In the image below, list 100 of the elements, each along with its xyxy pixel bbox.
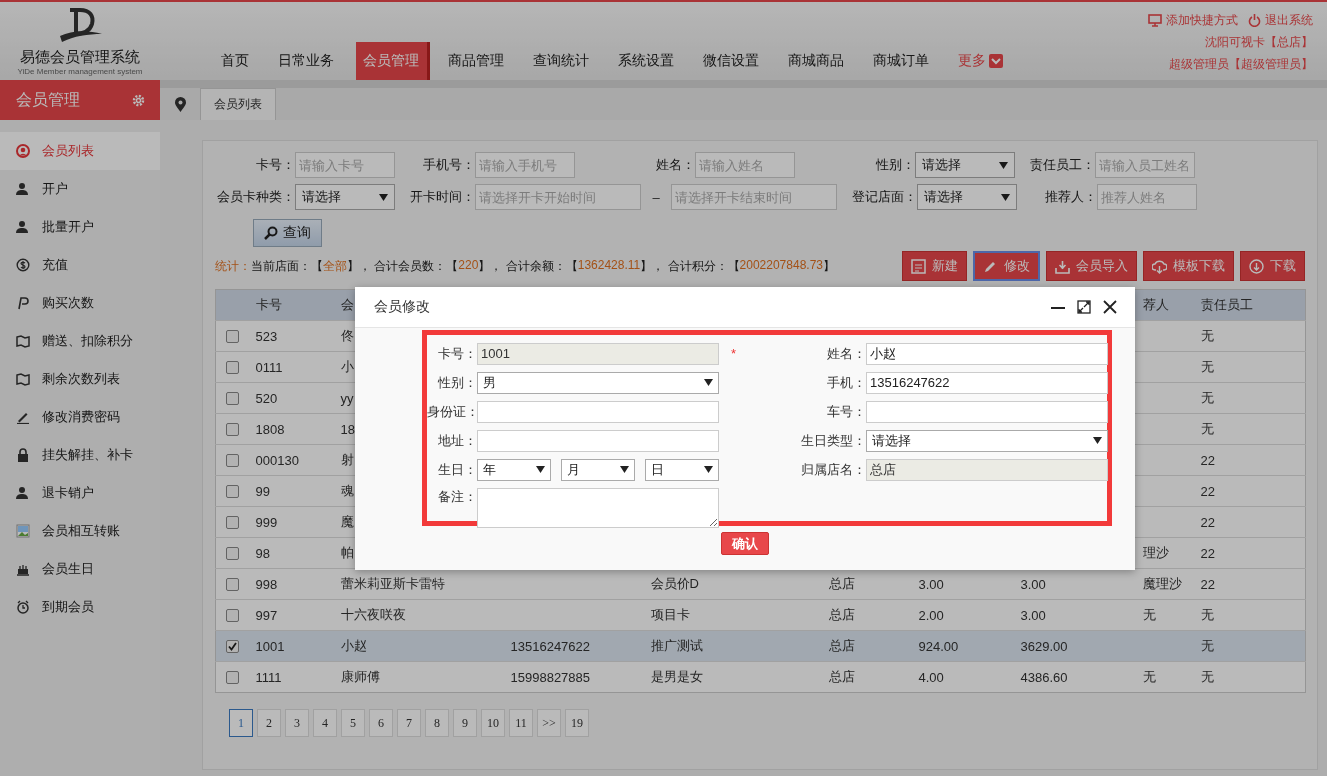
page-link[interactable]: 10 (481, 709, 505, 737)
nav-tab[interactable]: 商城订单 (866, 42, 937, 80)
sidebar-item[interactable]: 到期会员 (0, 588, 160, 626)
field-label: 车号： (826, 402, 866, 421)
maximize-icon[interactable] (1077, 300, 1091, 314)
page-link[interactable]: 2 (257, 709, 281, 737)
select-field[interactable]: 男 (477, 371, 719, 394)
sidebar-item[interactable]: 购买次数 (0, 284, 160, 322)
row-checkbox[interactable] (226, 608, 239, 622)
row-checkbox[interactable] (226, 360, 239, 374)
page-link[interactable]: 7 (397, 709, 421, 737)
sidebar-item[interactable]: 会员列表 (0, 132, 160, 170)
nav-tab[interactable]: 商品管理 (441, 42, 512, 80)
nav-tab[interactable]: 系统设置 (611, 42, 682, 80)
page-link[interactable]: 9 (453, 709, 477, 737)
settings-icon[interactable] (131, 92, 146, 108)
confirm-button[interactable]: 确认 (721, 532, 769, 555)
alarm-clock-icon (16, 600, 30, 614)
row-checkbox[interactable] (226, 670, 239, 684)
sidebar-item[interactable]: 开户 (0, 170, 160, 208)
select-field[interactable]: 年 (477, 458, 551, 481)
select-field[interactable]: 日 (645, 458, 719, 481)
sidebar-item[interactable]: 赠送、扣除积分 (0, 322, 160, 360)
input-field[interactable]: 请选择开卡结束时间 (671, 184, 837, 210)
page-link[interactable]: 5 (341, 709, 365, 737)
filter-label: 姓名： (655, 156, 695, 174)
input-field[interactable]: 小赵 (866, 342, 1108, 365)
select-field[interactable]: 请选择 (915, 152, 1015, 178)
p-letter-icon (16, 296, 30, 310)
row-checkbox[interactable] (226, 577, 239, 591)
column-header: 会 (340, 297, 354, 312)
action-button[interactable]: 模板下载 (1143, 251, 1234, 281)
caret-icon (704, 466, 713, 473)
nav-tab[interactable]: 首页 (214, 42, 257, 80)
table-cell: 98 (255, 545, 270, 561)
app-subtitle: YiDe Member management system (17, 67, 143, 76)
nav-tab[interactable]: 日常业务 (271, 42, 342, 80)
page-link[interactable]: 8 (425, 709, 449, 737)
sidebar-item[interactable]: 充值 (0, 246, 160, 284)
row-checkbox[interactable] (226, 639, 239, 653)
page-link[interactable]: 19 (565, 709, 589, 737)
sidebar-item[interactable]: 会员生日 (0, 550, 160, 588)
row-checkbox[interactable] (226, 329, 239, 343)
table-cell: 520 (255, 390, 278, 406)
close-icon[interactable] (1103, 300, 1117, 314)
textarea-field[interactable] (477, 488, 719, 528)
select-field[interactable]: 月 (561, 458, 635, 481)
sidebar-item[interactable]: 挂失解挂、补卡 (0, 436, 160, 474)
nav-tab[interactable]: 查询统计 (526, 42, 597, 80)
filter-label: 会员卡种类： (216, 188, 295, 206)
input-field[interactable] (866, 400, 1108, 423)
nav-tab[interactable]: 微信设置 (696, 42, 767, 80)
select-field[interactable]: 请选择 (866, 429, 1108, 452)
select-field[interactable]: 请选择 (917, 184, 1017, 210)
caret-icon (1001, 193, 1010, 201)
nav-tab[interactable]: 会员管理 (356, 42, 427, 80)
action-button[interactable]: 下载 (1240, 251, 1305, 281)
table-cell: 4.00 (918, 669, 944, 685)
input-field[interactable]: 推荐人姓名 (1097, 184, 1197, 210)
nav-tab[interactable]: 商城商品 (781, 42, 852, 80)
row-checkbox[interactable] (226, 391, 239, 405)
row-checkbox[interactable] (226, 422, 239, 436)
row-checkbox[interactable] (226, 546, 239, 560)
power-icon (1248, 14, 1261, 27)
table-cell: 22 (1200, 514, 1215, 530)
sidebar-item[interactable]: 退卡销户 (0, 474, 160, 512)
page-link[interactable]: 1 (229, 709, 253, 737)
sidebar-item[interactable]: 修改消费密码 (0, 398, 160, 436)
cake-icon (16, 562, 30, 576)
page-link[interactable]: 6 (369, 709, 393, 737)
sidebar-item[interactable]: 批量开户 (0, 208, 160, 246)
page-link[interactable]: 4 (313, 709, 337, 737)
field-label: 备注： (437, 488, 477, 506)
pen-icon (16, 410, 30, 424)
page-link[interactable]: >> (537, 709, 561, 737)
table-cell: 无 (1200, 359, 1214, 374)
map-icon (16, 372, 30, 386)
table-cell: 1808 (255, 421, 285, 437)
input-field[interactable]: 请选择开卡开始时间 (475, 184, 641, 210)
table-cell: 998 (255, 576, 278, 592)
page-link[interactable]: 3 (285, 709, 309, 737)
input-field[interactable]: 13516247622 (866, 371, 1108, 394)
stats-text: 】， 合计积分：【 (640, 257, 740, 275)
caret-icon (704, 379, 713, 386)
sidebar-item[interactable]: 剩余次数列表 (0, 360, 160, 398)
page-tab[interactable]: 会员列表 (200, 88, 276, 120)
action-button[interactable]: 修改 (973, 251, 1040, 281)
table-cell: 项目卡 (650, 607, 690, 622)
action-button[interactable]: 新建 (902, 251, 967, 281)
sidebar-item[interactable]: 会员相互转账 (0, 512, 160, 550)
row-checkbox[interactable] (226, 484, 239, 498)
input-field[interactable] (477, 400, 719, 423)
row-checkbox[interactable] (226, 515, 239, 529)
action-button[interactable]: 会员导入 (1046, 251, 1137, 281)
search-button[interactable]: 查询 (253, 219, 322, 247)
page-link[interactable]: 11 (509, 709, 533, 737)
table-cell: 2.00 (918, 607, 944, 623)
input-field[interactable] (477, 429, 719, 452)
select-field[interactable]: 请选择 (295, 184, 395, 210)
row-checkbox[interactable] (226, 453, 239, 467)
